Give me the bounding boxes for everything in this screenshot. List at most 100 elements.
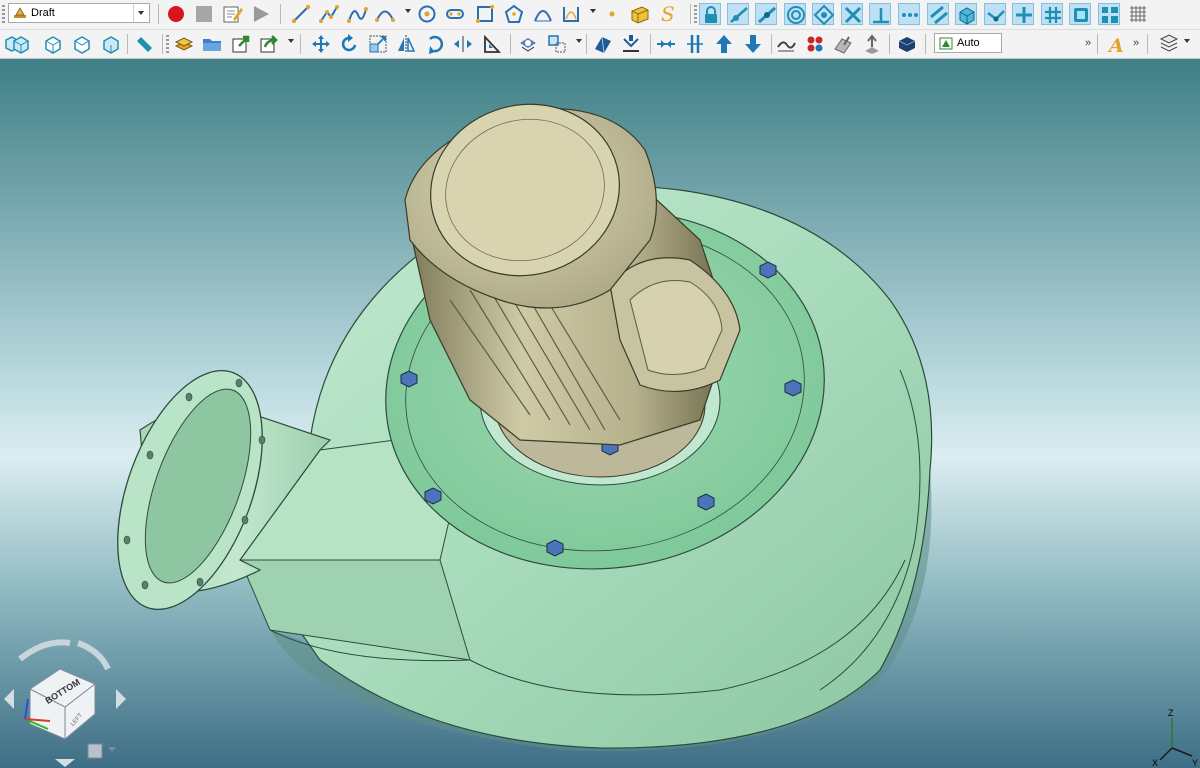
chevron-down-icon[interactable]: [108, 747, 116, 752]
view-down-arrow[interactable]: [55, 759, 75, 767]
scale-button[interactable]: [367, 33, 389, 55]
polygon-button[interactable]: [503, 3, 525, 25]
pattern-button[interactable]: [804, 33, 826, 55]
3d-viewport[interactable]: BOTTOM LEFT Z Y X: [0, 59, 1200, 768]
point-button[interactable]: [601, 3, 623, 25]
text-style-button[interactable]: A: [1106, 33, 1128, 55]
cross-icon: [844, 6, 862, 24]
measure-button[interactable]: [133, 33, 155, 55]
chevron-down-icon[interactable]: [1184, 39, 1190, 43]
shell-button[interactable]: [832, 33, 854, 55]
stop-macro-button[interactable]: [193, 3, 215, 25]
circle-button[interactable]: [416, 3, 438, 25]
fan-model[interactable]: [0, 59, 1200, 768]
view-left-button[interactable]: [71, 33, 93, 55]
tangent-constraint-button[interactable]: [727, 3, 749, 25]
explode-view-button[interactable]: [620, 33, 642, 55]
coincident-constraint-button[interactable]: [755, 3, 777, 25]
fix-constraint-button[interactable]: [1069, 3, 1091, 25]
blend-button[interactable]: [775, 33, 797, 55]
distribute-h-button[interactable]: [655, 33, 677, 55]
s-letter-icon: S: [661, 3, 675, 25]
section-plane-icon: [595, 36, 611, 54]
edge-constraint-button[interactable]: [984, 3, 1006, 25]
grid-display-button[interactable]: [1127, 3, 1149, 25]
chevron-down-icon[interactable]: [576, 39, 582, 43]
blend-icon: [777, 41, 796, 52]
render-button[interactable]: [517, 33, 539, 55]
stretch-button[interactable]: [452, 33, 474, 55]
lock-constraint-button[interactable]: [699, 3, 721, 25]
arc-button[interactable]: [374, 3, 396, 25]
symmetric-constraint-button[interactable]: [812, 3, 835, 26]
line-button[interactable]: [290, 3, 312, 25]
delete-constraint-button[interactable]: [841, 3, 863, 25]
view-right-arrow[interactable]: [116, 689, 126, 709]
view-left-arrow[interactable]: [4, 689, 14, 709]
layers-button[interactable]: [1158, 33, 1180, 55]
mirror-button[interactable]: [395, 33, 417, 55]
collinear-constraint-button[interactable]: [898, 3, 920, 25]
distribute-v-button[interactable]: [684, 33, 706, 55]
chevron-down-icon[interactable]: [405, 9, 411, 13]
text-box-button[interactable]: [629, 3, 651, 25]
new-part-button[interactable]: [173, 33, 195, 55]
style-combo[interactable]: Draft: [8, 3, 150, 23]
conic-button[interactable]: [532, 3, 554, 25]
add-constraint-button[interactable]: [1012, 3, 1034, 25]
export-button[interactable]: [230, 33, 252, 55]
slot-button[interactable]: [444, 3, 466, 25]
cube-view-icon: [13, 36, 29, 54]
view-back-button[interactable]: [42, 33, 64, 55]
open-folder-button[interactable]: [201, 33, 223, 55]
style-s-button[interactable]: S: [657, 3, 679, 25]
perpendicular-constraint-button[interactable]: [869, 3, 891, 25]
view-front-button[interactable]: [10, 33, 32, 55]
rectangle-button[interactable]: [474, 3, 496, 25]
separator: [1097, 34, 1098, 54]
separator: [690, 4, 691, 24]
chevron-down-icon[interactable]: [590, 9, 596, 13]
toolbar-overflow-chevron[interactable]: »: [1085, 37, 1091, 49]
toolbar-overflow-chevron[interactable]: »: [1133, 37, 1139, 49]
grid-snap-button[interactable]: [1041, 3, 1063, 25]
move-button[interactable]: [310, 33, 332, 55]
rotate-left-arrow[interactable]: [18, 639, 71, 662]
section-view-button[interactable]: [592, 33, 614, 55]
move-down-button[interactable]: [742, 33, 764, 55]
polyline-button[interactable]: [318, 3, 340, 25]
navigation-cube[interactable]: BOTTOM LEFT: [0, 629, 130, 768]
toolbar-grip[interactable]: [694, 5, 697, 23]
spline-button[interactable]: [346, 3, 368, 25]
share-button[interactable]: [258, 33, 280, 55]
move-up-button[interactable]: [713, 33, 735, 55]
move-icon: [312, 35, 330, 53]
mirror-icon: [398, 35, 416, 53]
view-mode-field[interactable]: Auto: [934, 33, 1002, 53]
edit-macro-button[interactable]: [221, 3, 243, 25]
parabola-button[interactable]: [560, 3, 582, 25]
chevron-down-icon[interactable]: [133, 4, 149, 22]
play-macro-button[interactable]: [250, 3, 272, 25]
loft-button[interactable]: [861, 33, 883, 55]
align-button[interactable]: [481, 33, 503, 55]
toolbar-grip[interactable]: [2, 5, 5, 23]
concentric-constraint-button[interactable]: [784, 3, 806, 25]
display-mode-button[interactable]: [546, 33, 568, 55]
record-macro-button[interactable]: [165, 3, 187, 25]
axis-x-label: X: [1152, 758, 1158, 768]
face-constraint-button[interactable]: [955, 3, 977, 25]
nav-cube-body[interactable]: [29, 668, 96, 740]
auto-view-icon: [939, 37, 953, 50]
chevron-down-icon[interactable]: [288, 39, 294, 43]
ruler-icon: [137, 37, 152, 52]
material-button[interactable]: [896, 33, 918, 55]
toolbar-grip[interactable]: [166, 35, 169, 53]
constraint-manager-button[interactable]: [1098, 3, 1120, 25]
rotate-button[interactable]: [338, 33, 360, 55]
rotate-copy-button[interactable]: [424, 33, 446, 55]
rotate-right-arrow[interactable]: [76, 640, 111, 671]
view-right-button[interactable]: [100, 33, 122, 55]
parallel-constraint-button[interactable]: [927, 3, 949, 25]
home-view-icon[interactable]: [87, 743, 103, 759]
